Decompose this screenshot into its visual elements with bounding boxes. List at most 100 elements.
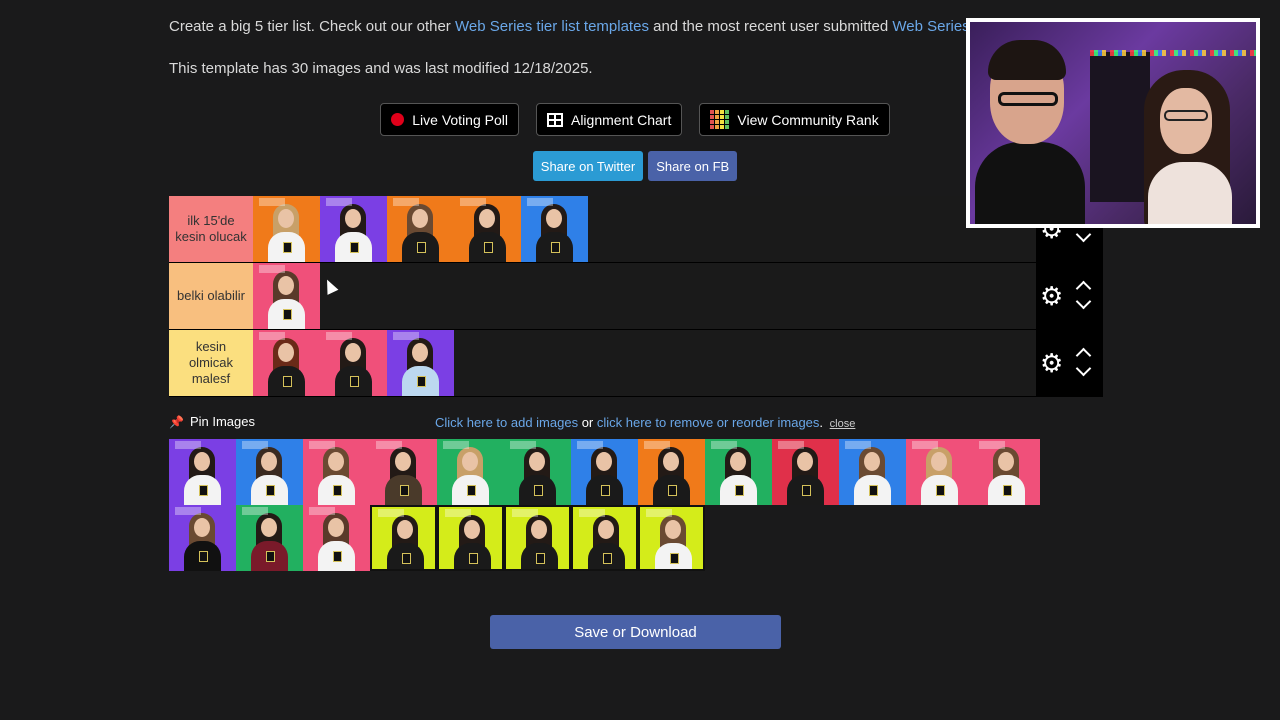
pin-bar: 📌 Pin Images Click here to add images or…: [169, 414, 1103, 432]
character-image-tile[interactable]: [303, 439, 370, 505]
tile-face: [529, 452, 545, 471]
tile-tag: [536, 553, 545, 564]
person-body: [975, 142, 1085, 224]
rank-cell: [725, 120, 730, 124]
string-lights: [1090, 50, 1256, 56]
character-image-tile[interactable]: [571, 505, 638, 571]
chevron-down-icon[interactable]: [1075, 293, 1092, 310]
rank-cell: [715, 110, 720, 114]
character-image-tile[interactable]: [303, 505, 370, 571]
tile-tag: [735, 485, 744, 496]
character-image-tile[interactable]: [973, 439, 1040, 505]
tile-face: [998, 452, 1014, 471]
tier-items[interactable]: [253, 263, 1036, 329]
rank-cell: [710, 120, 715, 124]
tier-label[interactable]: belki olabilir: [169, 263, 253, 329]
gear-icon[interactable]: ⚙: [1040, 283, 1063, 309]
tile-face: [663, 452, 679, 471]
character-image-tile[interactable]: [521, 196, 588, 262]
tile-face: [194, 452, 210, 471]
character-image-tile[interactable]: [504, 505, 571, 571]
rank-cell: [710, 110, 715, 114]
tile-cap: [393, 198, 419, 206]
add-images-link[interactable]: Click here to add images: [435, 415, 578, 430]
character-image-tile[interactable]: [454, 196, 521, 262]
image-pool: [169, 439, 1103, 571]
community-label: View Community Rank: [737, 111, 879, 128]
share-twitter-button[interactable]: Share on Twitter: [532, 151, 644, 181]
tile-tag: [400, 485, 409, 496]
character-image-tile[interactable]: [571, 439, 638, 505]
character-image-tile[interactable]: [253, 263, 320, 329]
character-image-tile[interactable]: [370, 505, 437, 571]
glasses-icon: [1164, 110, 1208, 121]
share-fb-button[interactable]: Share on FB: [648, 151, 738, 181]
character-image-tile[interactable]: [638, 439, 705, 505]
tile-tag: [1003, 485, 1012, 496]
tile-tag: [283, 376, 292, 387]
character-image-tile[interactable]: [169, 439, 236, 505]
view-community-rank-button[interactable]: View Community Rank: [699, 103, 890, 136]
tier-items[interactable]: [253, 330, 1036, 396]
character-image-tile[interactable]: [906, 439, 973, 505]
tile-tag: [350, 376, 359, 387]
tile-cap: [175, 441, 201, 449]
rank-cell: [710, 125, 715, 129]
character-image-tile[interactable]: [772, 439, 839, 505]
tier-label[interactable]: ilk 15'de kesin olucak: [169, 196, 253, 262]
tile-cap: [259, 332, 285, 340]
chevron-down-icon[interactable]: [1075, 360, 1092, 377]
tile-tag: [266, 485, 275, 496]
tile-tag: [417, 376, 426, 387]
character-image-tile[interactable]: [638, 505, 705, 571]
close-link[interactable]: close: [830, 418, 856, 430]
character-image-tile[interactable]: [320, 330, 387, 396]
tile-tag: [333, 551, 342, 562]
character-image-tile[interactable]: [437, 505, 504, 571]
character-image-tile[interactable]: [320, 196, 387, 262]
live-voting-label: Live Voting Poll: [412, 111, 508, 128]
character-image-tile[interactable]: [705, 439, 772, 505]
chevron-down-icon[interactable]: [1075, 226, 1092, 243]
alignment-chart-button[interactable]: Alignment Chart: [535, 103, 683, 136]
tile-tag: [601, 485, 610, 496]
tile-face: [261, 452, 277, 471]
character-image-tile[interactable]: [437, 439, 504, 505]
tile-face: [328, 452, 344, 471]
tile-cap: [376, 441, 402, 449]
tile-cap: [242, 507, 268, 515]
tier-row: ilk 15'de kesin olucak ⚙: [169, 196, 1103, 263]
character-image-tile[interactable]: [253, 330, 320, 396]
tile-tag: [603, 553, 612, 564]
character-image-tile[interactable]: [236, 439, 303, 505]
live-voting-poll-button[interactable]: Live Voting Poll: [380, 103, 519, 136]
tile-face: [479, 209, 495, 228]
tier-label[interactable]: kesin olmicak malesf: [169, 330, 253, 396]
character-image-tile[interactable]: [370, 439, 437, 505]
character-image-tile[interactable]: [169, 505, 236, 571]
tile-tag: [670, 553, 679, 564]
tier-row: kesin olmicak malesf ⚙: [169, 330, 1103, 397]
remove-reorder-link[interactable]: click here to remove or reorder images: [597, 415, 820, 430]
template-meta: This template has 30 images and was last…: [169, 60, 593, 77]
character-image-tile[interactable]: [839, 439, 906, 505]
tile-face: [931, 452, 947, 471]
character-image-tile[interactable]: [504, 439, 571, 505]
rank-cell: [720, 120, 725, 124]
character-image-tile[interactable]: [387, 196, 454, 262]
tile-tag: [551, 242, 560, 253]
pin-images-toggle[interactable]: 📌 Pin Images: [169, 414, 255, 429]
tier-grid-icon: [710, 110, 730, 129]
web-series-templates-link[interactable]: Web Series tier list templates: [455, 18, 649, 35]
tier-items[interactable]: [253, 196, 1036, 262]
character-image-tile[interactable]: [253, 196, 320, 262]
tile-tag: [936, 485, 945, 496]
save-download-button[interactable]: Save or Download: [490, 615, 781, 649]
tile-tag: [534, 485, 543, 496]
tile-face: [531, 520, 547, 539]
gear-icon[interactable]: ⚙: [1040, 350, 1063, 376]
character-image-tile[interactable]: [387, 330, 454, 396]
pushpin-icon: 📌: [169, 414, 184, 429]
tile-face: [397, 520, 413, 539]
character-image-tile[interactable]: [236, 505, 303, 571]
